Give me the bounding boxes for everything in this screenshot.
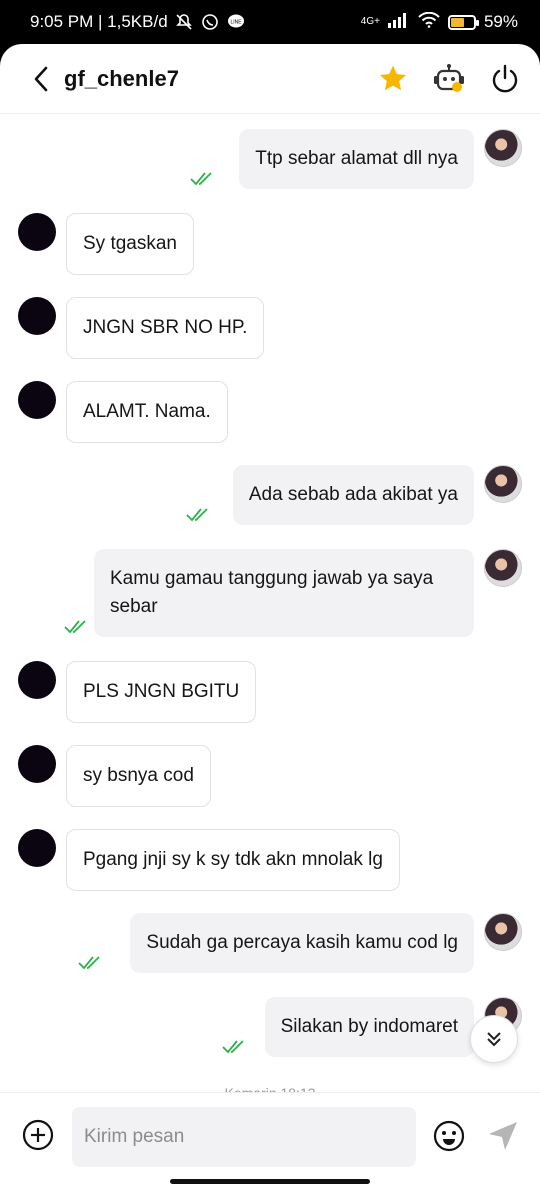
- double-chevron-down-icon: [487, 1032, 501, 1047]
- emoji-button[interactable]: [432, 1119, 466, 1153]
- message-bubble-incoming[interactable]: sy bsnya cod: [66, 745, 211, 807]
- home-indicator[interactable]: [170, 1179, 370, 1184]
- power-icon: [492, 64, 518, 92]
- add-attachment-button[interactable]: [22, 1119, 54, 1151]
- read-ticks-icon: [186, 508, 208, 522]
- message-input[interactable]: [72, 1107, 416, 1167]
- message-list[interactable]: Ttp sebar alamat dll nya Sy tgaskan JNGN…: [0, 115, 540, 1100]
- avatar[interactable]: [484, 465, 522, 503]
- plus-circle-icon: [22, 1119, 54, 1151]
- whatsapp-icon: [200, 12, 220, 32]
- read-ticks-icon: [78, 956, 100, 970]
- message-bubble-incoming[interactable]: JNGN SBR NO HP.: [66, 297, 265, 359]
- message-bubble-incoming[interactable]: Pgang jnji sy k sy tdk akn mnolak lg: [66, 829, 400, 891]
- message-bubble-outgoing[interactable]: Ada sebab ada akibat ya: [232, 465, 474, 525]
- avatar[interactable]: [484, 549, 522, 587]
- chat-screen: gf_chenle7 Ttp sebar alamat dll nya Sy t…: [0, 44, 540, 1200]
- back-button[interactable]: [24, 62, 58, 96]
- status-time: 9:05 PM | 1,5KB/d: [30, 12, 168, 31]
- battery-percent: 59%: [483, 12, 518, 31]
- send-button[interactable]: [486, 1119, 520, 1153]
- chat-header: gf_chenle7: [0, 44, 540, 114]
- message-text: Silakan by indomaret: [280, 1016, 458, 1037]
- message-bubble-incoming[interactable]: PLS JNGN BGITU: [66, 661, 257, 723]
- message-text: Sudah ga percaya kasih kamu cod lg: [146, 932, 458, 953]
- status-bar: 9:05 PM | 1,5KB/d LINE 4G+ 59%: [0, 0, 540, 44]
- read-ticks-icon: [222, 1040, 244, 1054]
- avatar[interactable]: [484, 913, 522, 951]
- network-type: 4G+: [360, 16, 380, 27]
- message-bubble-incoming[interactable]: ALAMT. Nama.: [66, 381, 228, 443]
- message-text: Kamu gamau tanggung jawab ya saya sebar: [110, 568, 434, 617]
- message-bubble-incoming[interactable]: Sy tgaskan: [66, 213, 194, 275]
- chevron-left-icon: [34, 66, 48, 91]
- message-text: JNGN SBR NO HP.: [83, 317, 248, 338]
- message-text: ALAMT. Nama.: [83, 401, 211, 422]
- avatar[interactable]: [18, 297, 56, 335]
- avatar[interactable]: [484, 129, 522, 167]
- favorite-button[interactable]: [376, 62, 410, 96]
- emoji-icon: [433, 1120, 465, 1152]
- message-text: PLS JNGN BGITU: [83, 681, 240, 702]
- line-icon: LINE: [226, 12, 246, 32]
- message-text: Ada sebab ada akibat ya: [248, 484, 458, 505]
- svg-text:LINE: LINE: [230, 20, 242, 26]
- scroll-to-bottom-button[interactable]: [470, 1015, 518, 1063]
- avatar[interactable]: [18, 381, 56, 419]
- battery-icon: [447, 14, 479, 30]
- message-bubble-outgoing[interactable]: Ttp sebar alamat dll nya: [239, 129, 474, 189]
- avatar[interactable]: [18, 213, 56, 251]
- avatar[interactable]: [18, 829, 56, 867]
- message-text: Pgang jnji sy k sy tdk akn mnolak lg: [83, 849, 383, 870]
- read-ticks-icon: [190, 172, 212, 186]
- bot-button[interactable]: [432, 62, 466, 96]
- read-ticks-icon: [64, 620, 86, 634]
- avatar[interactable]: [18, 745, 56, 783]
- signal-icon: [387, 12, 410, 33]
- wifi-icon: [418, 11, 440, 33]
- message-text: Ttp sebar alamat dll nya: [255, 148, 458, 169]
- robot-icon: [434, 63, 464, 92]
- message-bubble-outgoing[interactable]: Sudah ga percaya kasih kamu cod lg: [130, 913, 474, 973]
- composer: [0, 1092, 540, 1200]
- star-icon: [379, 65, 407, 90]
- chat-title: gf_chenle7: [64, 65, 179, 91]
- message-text: sy bsnya cod: [83, 765, 194, 786]
- mute-icon: [174, 12, 194, 32]
- message-bubble-outgoing[interactable]: Silakan by indomaret: [264, 997, 474, 1057]
- end-chat-button[interactable]: [488, 62, 522, 96]
- send-icon: [489, 1122, 517, 1150]
- message-text: Sy tgaskan: [83, 233, 177, 254]
- avatar[interactable]: [18, 661, 56, 699]
- message-bubble-outgoing[interactable]: Kamu gamau tanggung jawab ya saya sebar: [94, 549, 474, 637]
